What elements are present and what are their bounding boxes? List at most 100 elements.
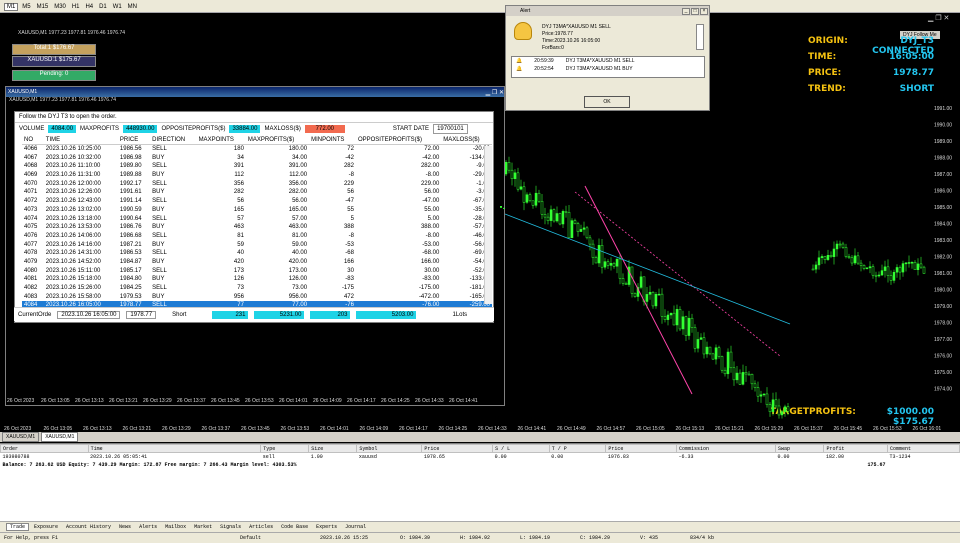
tab-account-history[interactable]: Account History bbox=[63, 524, 114, 530]
tab-market[interactable]: Market bbox=[191, 524, 215, 530]
terminal-column[interactable]: Order bbox=[0, 444, 89, 453]
table-row[interactable]: 4078 2023.10.26 14:31:00 1986.53 SELL 40 40.0… bbox=[22, 249, 492, 258]
timeframe-d1[interactable]: D1 bbox=[97, 4, 109, 10]
table-row[interactable]: 4082 2023.10.26 15:26:00 1984.25 SELL 73 73.0… bbox=[22, 284, 492, 293]
table-cell: 34 bbox=[237, 154, 244, 161]
column-header[interactable]: OPPOSITEPROFITS($) bbox=[355, 136, 442, 146]
column-header[interactable]: TIME bbox=[43, 136, 118, 146]
current-order-lots: 1Lots bbox=[452, 311, 468, 318]
mid-candle-body bbox=[678, 309, 682, 330]
table-cell: 5 bbox=[350, 215, 354, 222]
table-row[interactable]: 4071 2023.10.26 12:26:00 1991.61 BUY 282 282.… bbox=[22, 188, 492, 197]
column-header[interactable]: MINPOINTS bbox=[309, 136, 356, 146]
terminal-column[interactable]: Time bbox=[87, 444, 262, 453]
alert-list-item[interactable]: 🔔 20:52:54 DYJ T3MA*XAUUSD M1 BUY bbox=[512, 65, 704, 73]
table-row[interactable]: 4066 2023.10.26 10:25:00 1986.56 SELL 180 180… bbox=[22, 145, 492, 154]
chart-tab[interactable]: XAUUSD,M1 bbox=[2, 432, 40, 442]
mid-candle-body bbox=[618, 258, 622, 279]
tab-exposure[interactable]: Exposure bbox=[31, 524, 61, 530]
tab-news[interactable]: News bbox=[116, 524, 134, 530]
terminal-column[interactable]: Price bbox=[605, 444, 678, 453]
win2-titlebar[interactable]: XAUUSD,M1 ▁ ❐ ✕ bbox=[6, 87, 504, 97]
table-row[interactable]: 4074 2023.10.26 13:18:00 1990.64 SELL 57 57.0… bbox=[22, 214, 492, 223]
table-row[interactable]: 4081 2023.10.26 15:18:00 1984.80 BUY 126 126.… bbox=[22, 275, 492, 284]
tab-code-base[interactable]: Code Base bbox=[278, 524, 311, 530]
column-header[interactable]: PRICE bbox=[117, 136, 151, 146]
timeframe-w1[interactable]: W1 bbox=[111, 4, 124, 10]
table-cell: 72 bbox=[347, 146, 354, 153]
table-row[interactable]: 4077 2023.10.26 14:16:00 1987.21 BUY 59 59.00… bbox=[22, 240, 492, 249]
table-cell: 1984.80 bbox=[119, 276, 142, 283]
table-cell: 2023.10.26 11:31:00 bbox=[45, 172, 101, 179]
status-close: C: 1984.29 bbox=[580, 535, 611, 541]
timeframe-m5[interactable]: M5 bbox=[20, 4, 32, 10]
alert-titlebar[interactable]: Alert _ □ × bbox=[506, 6, 709, 16]
column-header[interactable]: NO bbox=[22, 136, 44, 146]
terminal-column[interactable]: Symbol bbox=[356, 444, 423, 453]
terminal-column[interactable]: Type bbox=[260, 444, 310, 453]
price-tick-label: 1976.00 bbox=[934, 354, 952, 360]
tab-mailbox[interactable]: Mailbox bbox=[162, 524, 189, 530]
terminal-column[interactable]: Size bbox=[308, 444, 358, 453]
candle-body bbox=[853, 255, 857, 264]
table-row[interactable]: 4070 2023.10.26 12:00:00 1992.17 SELL 356 356… bbox=[22, 179, 492, 188]
mid-candle-body bbox=[609, 263, 613, 266]
win2-time-label: 26 Oct 14:09 bbox=[313, 398, 342, 404]
tab-signals[interactable]: Signals bbox=[217, 524, 244, 530]
terminal-column[interactable]: Price bbox=[421, 444, 494, 453]
alert-maximize-icon[interactable]: □ bbox=[691, 7, 699, 15]
timeframe-h1[interactable]: H1 bbox=[70, 4, 82, 10]
table-scrollbar[interactable] bbox=[484, 146, 492, 304]
column-header[interactable]: MAXPOINTS bbox=[196, 136, 246, 146]
tab-experts[interactable]: Experts bbox=[313, 524, 340, 530]
column-header[interactable]: DIRECTION bbox=[150, 136, 197, 146]
chart-tab-active[interactable]: XAUUSD,M1 bbox=[41, 432, 79, 442]
table-cell: 356 bbox=[233, 180, 244, 187]
candle-body bbox=[874, 274, 878, 277]
mid-candle-body bbox=[771, 399, 775, 412]
table-row[interactable]: 4080 2023.10.26 15:11:00 1985.17 SELL 173 173… bbox=[22, 266, 492, 275]
table-row[interactable]: 4076 2023.10.26 14:06:00 1986.68 SELL 81 81.0… bbox=[22, 232, 492, 241]
table-cell: 73 bbox=[237, 285, 244, 292]
opp-label: OPPOSITEPROFITS($) bbox=[161, 126, 226, 132]
table-cell: 388 bbox=[343, 224, 354, 231]
terminal-column[interactable]: Swap bbox=[775, 444, 825, 453]
terminal-column[interactable]: S / L bbox=[492, 444, 550, 453]
terminal-column[interactable]: T / P bbox=[548, 444, 607, 453]
alert-minimize-icon[interactable]: _ bbox=[682, 7, 690, 15]
column-header[interactable]: MAXPROFITS($) bbox=[245, 136, 310, 146]
table-cell: -47.00 bbox=[422, 198, 440, 205]
win2-controls-icon[interactable]: ▁ ❐ ✕ bbox=[486, 89, 504, 96]
terminal-order-row[interactable]: 193980788 2023.10.26 05:05:41 sell 1.00 xauu… bbox=[1, 453, 960, 461]
timeframe-mn[interactable]: MN bbox=[126, 4, 139, 10]
time-tick-label: 26 Oct 15:05 bbox=[636, 426, 665, 431]
column-header[interactable]: MAXLOSS($) bbox=[441, 136, 492, 146]
terminal-column[interactable]: Comment bbox=[887, 444, 960, 453]
timeframe-h4[interactable]: H4 bbox=[83, 4, 95, 10]
table-row[interactable]: 4075 2023.10.26 13:53:00 1986.76 BUY 463 463.… bbox=[22, 223, 492, 232]
tab-alerts[interactable]: Alerts bbox=[136, 524, 160, 530]
alert-close-icon[interactable]: × bbox=[700, 7, 708, 15]
mid-candle-body bbox=[621, 278, 625, 284]
table-row[interactable]: 4067 2023.10.26 10:32:00 1986.98 BUY 34 34.00… bbox=[22, 153, 492, 162]
alert-list-item[interactable]: 🔔 20:59:39 DYJ T3MA*XAUUSD M1 SELL bbox=[512, 57, 704, 65]
alert-ok-button[interactable]: OK bbox=[584, 96, 630, 108]
startdate-input[interactable]: 19700101 bbox=[433, 124, 468, 134]
table-row[interactable]: 4073 2023.10.26 13:02:00 1990.59 BUY 165 165.… bbox=[22, 206, 492, 215]
tab-articles[interactable]: Articles bbox=[246, 524, 276, 530]
table-row[interactable]: 4079 2023.10.26 14:52:00 1984.87 BUY 420 420.… bbox=[22, 258, 492, 267]
timeframe-m1[interactable]: M1 bbox=[4, 2, 19, 11]
tab-trade[interactable]: Trade bbox=[6, 523, 30, 531]
table-row[interactable]: 4083 2023.10.26 15:58:00 1979.53 BUY 956 956.… bbox=[22, 292, 492, 301]
terminal-column[interactable]: Commission bbox=[676, 444, 777, 453]
terminal-column[interactable]: Profit bbox=[823, 444, 889, 453]
table-row[interactable]: 4068 2023.10.26 11:10:00 1989.80 SELL 391 391… bbox=[22, 162, 492, 171]
tab-journal[interactable]: Journal bbox=[342, 524, 369, 530]
table-cell: SELL bbox=[152, 198, 167, 205]
table-row[interactable]: 4069 2023.10.26 11:31:00 1989.88 BUY 112 112.… bbox=[22, 171, 492, 180]
table-cell: 420 bbox=[233, 258, 244, 265]
alert-scrollbar[interactable] bbox=[696, 24, 704, 50]
timeframe-m15[interactable]: M15 bbox=[35, 4, 51, 10]
table-row[interactable]: 4072 2023.10.26 12:43:00 1991.14 SELL 56 56.0… bbox=[22, 197, 492, 206]
timeframe-m30[interactable]: M30 bbox=[52, 4, 68, 10]
